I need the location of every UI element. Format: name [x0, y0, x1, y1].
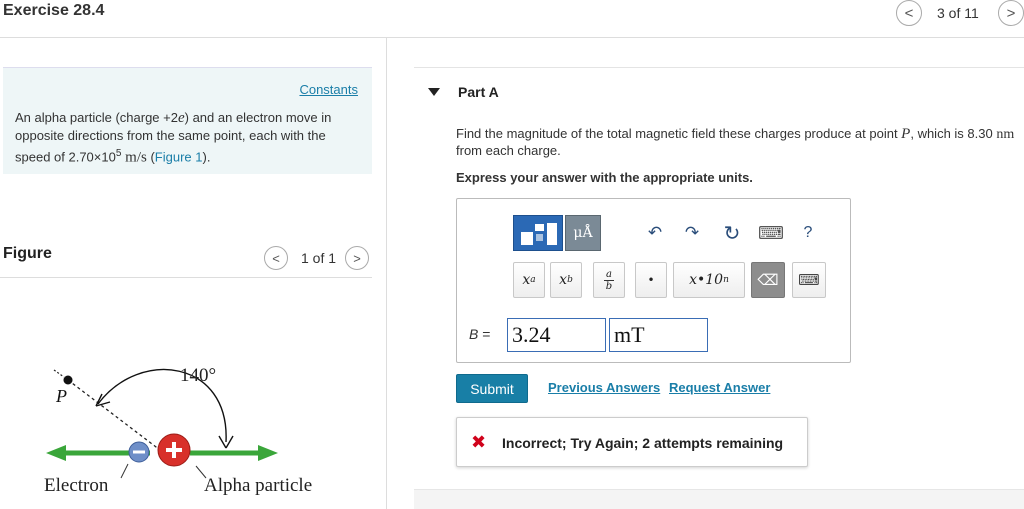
dashed-line-extension [53, 369, 65, 378]
charge-symbol: e [177, 110, 185, 126]
part-a-header[interactable]: Part A [414, 67, 1024, 117]
chevron-right-icon: > [1006, 4, 1016, 22]
minus-sign [133, 450, 145, 454]
dashed-line [67, 379, 161, 451]
problem-intro-panel: Constants An alpha particle (charge +2e)… [3, 67, 372, 174]
caret-down-icon [428, 88, 440, 96]
part-title: Part A [458, 84, 499, 100]
answer-unit-field[interactable]: mT [609, 318, 708, 352]
exercise-title: Exercise 28.4 [3, 2, 105, 19]
constants-link[interactable]: Constants [299, 82, 358, 97]
next-figure-button[interactable]: > [345, 246, 369, 270]
plus-sign-vertical [172, 442, 176, 458]
feedback-text: Incorrect; Try Again; 2 attempts remaini… [502, 435, 784, 451]
error-x-icon: ✖ [471, 432, 487, 452]
reset-icon[interactable]: ↻ [718, 215, 746, 251]
figure-link[interactable]: Figure 1 [155, 149, 203, 164]
superscript-key[interactable]: xa [513, 262, 545, 298]
redo-icon[interactable]: ↷ [678, 215, 706, 251]
previous-answers-link[interactable]: Previous Answers [548, 380, 660, 395]
fraction-key[interactable]: a b [593, 262, 625, 298]
problem-text-3: ( [146, 149, 155, 165]
electron-velocity-arrowhead [46, 445, 66, 461]
answer-value-field[interactable]: 3.24 [507, 318, 606, 352]
keyboard-icon: ⌨ [798, 271, 820, 289]
variable-symbol: B [469, 326, 479, 342]
chevron-right-icon: > [353, 250, 361, 266]
next-exercise-button[interactable]: > [998, 0, 1024, 26]
math-keys-row: xa xb a b • x•10 n ⌫ ⌨ [513, 262, 826, 300]
prev-figure-button[interactable]: < [264, 246, 288, 270]
alpha-label: Alpha particle [204, 475, 312, 496]
question-text-3: from each charge. [456, 143, 561, 158]
problem-text-1: An alpha particle (charge +2 [15, 110, 178, 125]
fraction-denominator: b [605, 280, 613, 292]
sci-exp: n [723, 275, 729, 285]
arc-arrowhead-left [95, 393, 111, 407]
request-answer-link[interactable]: Request Answer [669, 380, 770, 395]
subscript-key[interactable]: xb [550, 262, 582, 298]
feedback-message: ✖ Incorrect; Try Again; 2 attempts remai… [456, 417, 808, 467]
templates-icon [521, 223, 557, 245]
answer-box: μÅ ↶ ↷ ↻ ⌨ ? xa xb a b • x•10 n ⌫ ⌨ B = 3… [456, 198, 851, 363]
keyboard-icon[interactable]: ⌨ [756, 215, 786, 251]
top-bar: Exercise 28.4 < 3 of 11 > [0, 0, 1024, 38]
question-text-2: , which is 8.30 [910, 126, 997, 141]
fraction-numerator: a [604, 268, 614, 281]
speed-units: m/s [121, 149, 147, 166]
undo-icon[interactable]: ↶ [641, 215, 669, 251]
scientific-notation-key[interactable]: x•10 n [673, 262, 745, 298]
chevron-left-icon: < [904, 4, 914, 22]
point-p-dot [63, 375, 73, 385]
question-point: P [901, 126, 911, 142]
angle-label: 140° [180, 365, 216, 386]
electron-label: Electron [44, 475, 109, 496]
submit-button[interactable]: Submit [456, 374, 528, 403]
subscript-base: x [559, 272, 568, 288]
templates-button[interactable] [513, 215, 563, 251]
dot-key[interactable]: • [635, 262, 667, 298]
question-text-1: Find the magnitude of the total magnetic… [456, 126, 902, 141]
answer-instruction: Express your answer with the appropriate… [456, 170, 753, 185]
subscript-sub: b [567, 275, 573, 285]
units-button[interactable]: μÅ [565, 215, 601, 251]
exercise-pager: 3 of 11 [937, 5, 979, 21]
column-divider [386, 38, 387, 509]
figure-label: Figure [3, 245, 52, 262]
chevron-left-icon: < [272, 250, 280, 266]
point-p-label: P [55, 386, 67, 406]
superscript-exp: a [530, 275, 536, 285]
backspace-key[interactable]: ⌫ [751, 262, 785, 298]
problem-statement: An alpha particle (charge +2e) and an el… [15, 109, 360, 166]
prev-exercise-button[interactable]: < [896, 0, 922, 26]
physics-figure: P 140° Electron Alpha particle [44, 365, 312, 496]
answer-variable-label: B = [469, 326, 490, 342]
keyboard-toggle-key[interactable]: ⌨ [792, 262, 826, 298]
equation-toolbar: μÅ ↶ ↷ ↻ ⌨ ? [513, 215, 825, 251]
question-text: Find the magnitude of the total magnetic… [456, 126, 1016, 159]
figure-header: Figure < 1 of 1 > [0, 242, 372, 278]
sci-base: x•10 [689, 272, 724, 288]
problem-text-4: ). [202, 149, 211, 165]
question-unit: nm [996, 127, 1015, 142]
alpha-velocity-arrowhead [258, 445, 278, 461]
superscript-base: x [522, 272, 531, 288]
figure-pager: 1 of 1 [301, 250, 337, 266]
electron-leader [120, 463, 129, 479]
help-button[interactable]: ? [796, 215, 820, 251]
next-part-bar [414, 489, 1024, 509]
equals-sign: = [478, 326, 491, 342]
